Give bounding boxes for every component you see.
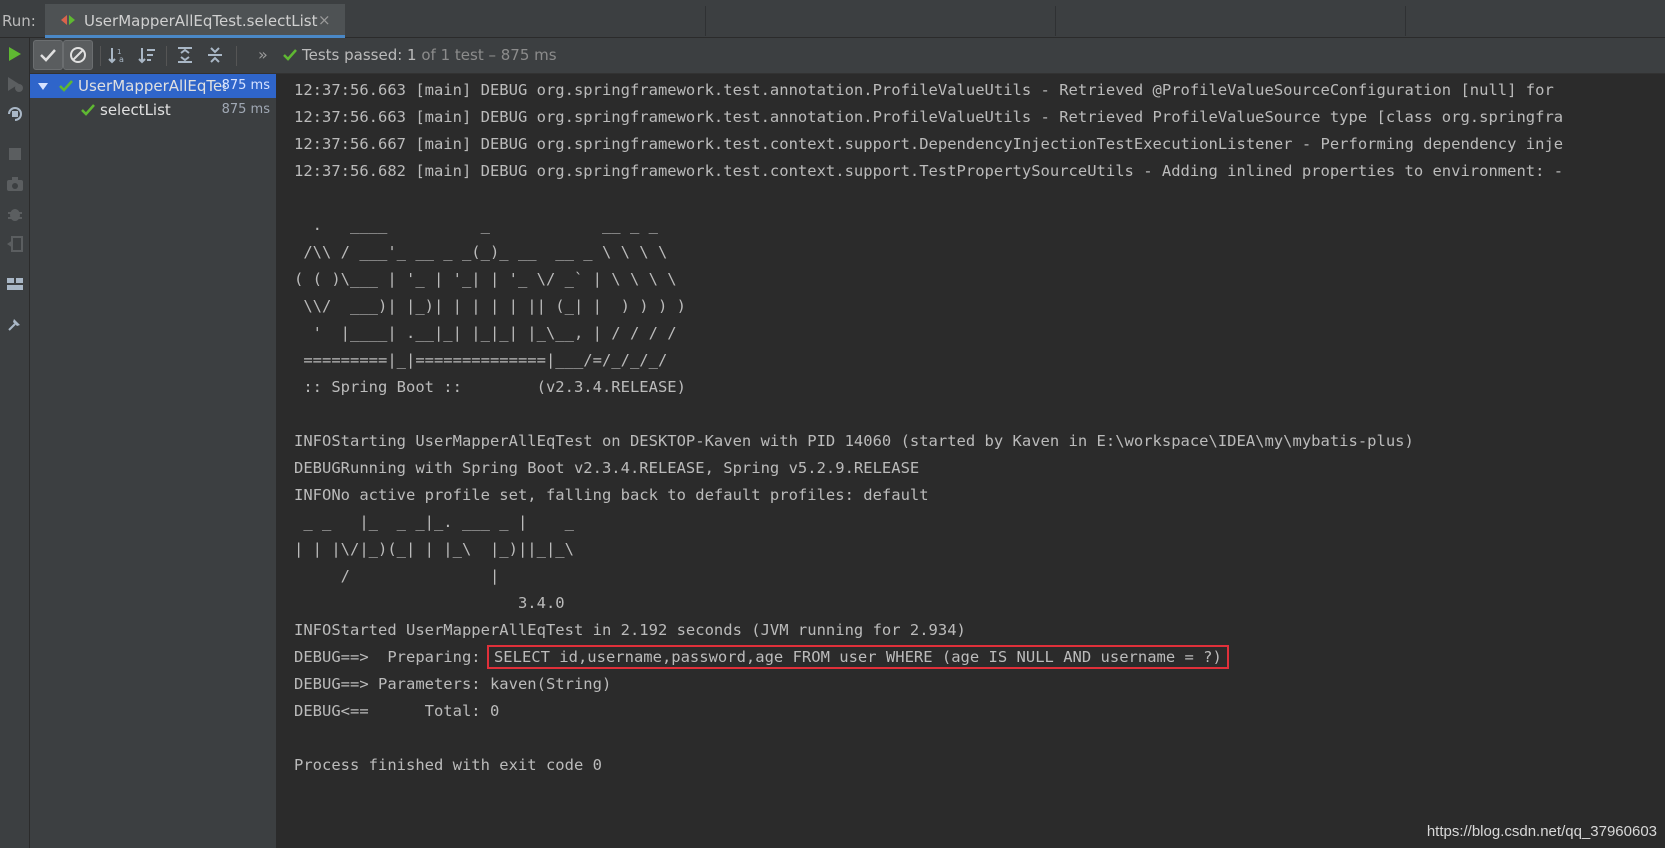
rerun-failed-icon[interactable]	[5, 74, 25, 94]
console-line: / |	[294, 567, 500, 585]
console-line: :: Spring Boot :: (v2.3.4.RELEASE)	[294, 378, 686, 396]
passed-count: 1	[407, 46, 417, 64]
camera-icon[interactable]	[5, 174, 25, 194]
tab-run-configuration[interactable]: UserMapperAllEqTest.selectList ×	[45, 4, 345, 38]
console-line: 12:37:56.682 [main] DEBUG org.springfram…	[294, 162, 1564, 180]
console-lines: 12:37:56.663 [main] DEBUG org.springfram…	[294, 77, 1563, 779]
tree-row-test-method[interactable]: selectList 875 ms	[30, 98, 276, 122]
run-config-icon	[60, 12, 76, 26]
passed-check-icon	[58, 78, 74, 97]
console-line: /\\ / ___'_ __ _ _(_)_ __ __ _ \ \ \ \	[294, 243, 668, 261]
passed-check-icon	[80, 102, 96, 121]
tree-item-label: selectList	[100, 101, 171, 119]
close-tab-icon[interactable]: ×	[318, 11, 331, 29]
console-line: 12:37:56.663 [main] DEBUG org.springfram…	[294, 108, 1564, 126]
tab-divider	[1055, 6, 1056, 36]
debug-icon[interactable]	[5, 204, 25, 224]
watermark: https://blog.csdn.net/qq_37960603	[1426, 823, 1657, 840]
console-line: INFOStarted UserMapperAllEqTest in 2.192…	[294, 621, 966, 639]
status-prefix: Tests passed:	[302, 46, 408, 64]
console-line: 12:37:56.663 [main] DEBUG org.springfram…	[294, 81, 1554, 99]
show-passed-button[interactable]	[33, 40, 63, 70]
tree-item-label: UserMapperAllEqTest	[78, 77, 226, 95]
preparing-prefix: DEBUG==> Preparing:	[294, 648, 490, 666]
run-tool-window-header: Run: UserMapperAllEqTest.selectList ×	[0, 0, 1665, 38]
tab-divider	[1405, 6, 1406, 36]
toolbar-divider	[236, 46, 237, 66]
console-line: Process finished with exit code 0	[294, 756, 602, 774]
status-suffix: of 1 test – 875 ms	[416, 46, 557, 64]
console-line: \\/ ___)| |_)| | | | | || (_| | ) ) ) )	[294, 297, 686, 315]
console-line: | | |\/|_)(_| | |_\ |_)||_|_\	[294, 540, 574, 558]
sort-alphabetically-icon[interactable]: 1a	[102, 40, 132, 70]
console-line: =========|_|==============|___/=/_/_/_/	[294, 351, 668, 369]
collapse-all-icon[interactable]	[200, 40, 230, 70]
console-line: . ____ _ __ _ _	[294, 216, 658, 234]
layout-icon[interactable]	[5, 274, 25, 294]
tree-row-test-class[interactable]: UserMapperAllEqTest 875 ms	[30, 74, 276, 98]
run-actions-strip	[0, 38, 30, 848]
tab-title: UserMapperAllEqTest.selectList	[84, 12, 318, 30]
console-line: DEBUGRunning with Spring Boot v2.3.4.REL…	[294, 459, 920, 477]
show-ignored-button[interactable]	[63, 40, 93, 70]
console-line: 12:37:56.667 [main] DEBUG org.springfram…	[294, 135, 1564, 153]
console-line: 3.4.0	[294, 594, 565, 612]
test-status-summary: Tests passed: 1 of 1 test – 875 ms	[302, 46, 557, 64]
expand-arrow-icon[interactable]	[37, 77, 49, 96]
test-results-tree: UserMapperAllEqTest 875 ms selectList 87…	[30, 74, 277, 848]
test-runner-toolbar: 1a » Tests passed: 1 of 1 test – 875 ms	[30, 38, 1665, 74]
console-line: ( ( )\___ | '_ | '_| | '_ \/ _` | \ \ \ …	[294, 270, 677, 288]
tree-item-duration: 875 ms	[221, 78, 270, 93]
console-line: DEBUG==> Parameters: kaven(String)	[294, 675, 612, 693]
rerun-icon[interactable]	[5, 44, 25, 64]
console-line: _ _ |_ _ _|_. ___ _ | _	[294, 513, 574, 531]
console-line: DEBUG<== Total: 0	[294, 702, 500, 720]
console-line-preparing: DEBUG==> Preparing: SELECT id,username,p…	[294, 644, 1563, 671]
passed-check-icon	[282, 47, 298, 66]
tab-divider	[705, 6, 706, 36]
console-line: INFONo active profile set, falling back …	[294, 486, 929, 504]
tree-item-duration: 875 ms	[221, 102, 270, 117]
console-line: INFOStarting UserMapperAllEqTest on DESK…	[294, 432, 1414, 450]
exit-icon[interactable]	[5, 234, 25, 254]
pin-icon[interactable]	[5, 314, 25, 334]
stop-icon[interactable]	[5, 144, 25, 164]
sort-by-duration-icon[interactable]	[132, 40, 162, 70]
more-actions-chevron-icon[interactable]: »	[258, 45, 268, 64]
toggle-auto-test-icon[interactable]	[5, 104, 25, 124]
run-label: Run:	[2, 12, 36, 30]
expand-all-icon[interactable]	[170, 40, 200, 70]
console-output[interactable]: 12:37:56.663 [main] DEBUG org.springfram…	[277, 74, 1665, 848]
toolbar-divider	[166, 46, 167, 66]
toolbar-divider	[100, 46, 101, 66]
svg-text:a: a	[119, 55, 124, 64]
console-line: ' |____| .__|_| |_|_| |_\__, | / / / /	[294, 324, 677, 342]
highlighted-sql: SELECT id,username,password,age FROM use…	[486, 645, 1229, 669]
